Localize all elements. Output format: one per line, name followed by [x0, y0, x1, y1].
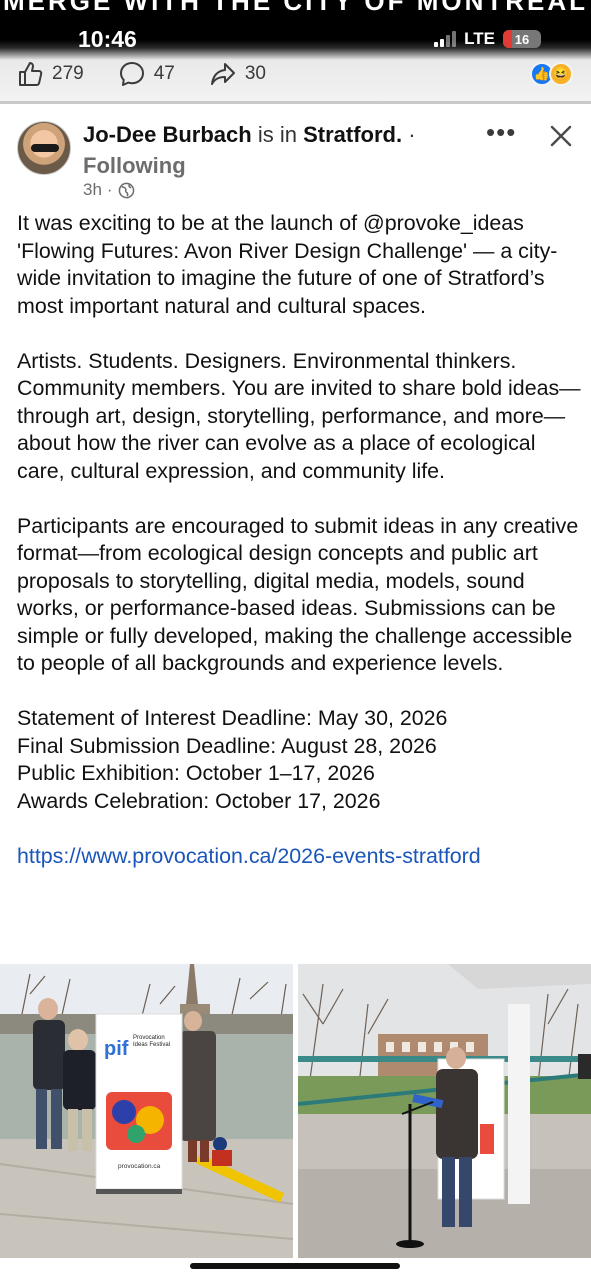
photo-speaker[interactable] — [298, 964, 591, 1258]
post-header: Jo-Dee Burbach is in Stratford. · Follow… — [83, 119, 453, 181]
banner-url: provocation.ca — [118, 1163, 161, 1170]
paragraph: Artists. Students. Designers. Environmen… — [17, 348, 581, 483]
battery-level: 16 — [514, 31, 530, 47]
status-time: 10:46 — [78, 26, 137, 52]
globe-icon — [118, 182, 134, 198]
banner-title: Provocation Ideas Festival — [133, 1035, 171, 1048]
paragraph: It was exciting to be at the launch of @… — [17, 211, 558, 318]
thumbs-up-icon — [19, 62, 43, 86]
comment-icon — [119, 62, 144, 86]
deadline-line: Public Exhibition: October 1–17, 2026 — [17, 761, 375, 785]
comment-count: 47 — [153, 63, 175, 84]
deadlines: Statement of Interest Deadline: May 30, … — [17, 705, 583, 815]
share-button[interactable]: 30 — [209, 60, 266, 88]
home-indicator[interactable] — [190, 1263, 400, 1269]
share-count: 30 — [244, 63, 266, 84]
following-button[interactable]: Following — [83, 153, 186, 178]
post-text: It was exciting to be at the launch of @… — [17, 210, 583, 898]
separator: · — [408, 122, 416, 147]
deadline-line: Final Submission Deadline: August 28, 20… — [17, 733, 437, 758]
like-button[interactable]: 279 — [16, 60, 84, 88]
author-name[interactable]: Jo-Dee Burbach — [83, 122, 252, 147]
network-label: LTE — [464, 29, 495, 48]
location-link[interactable]: Stratford. — [303, 122, 402, 147]
meta-dot: · — [106, 180, 113, 199]
signal-icon — [434, 31, 457, 47]
post-meta: 3h · — [83, 180, 135, 200]
deadline-line: Awards Celebration: October 17, 2026 — [17, 788, 381, 813]
battery-icon: 16 — [503, 30, 541, 48]
reactions-bar: 279 47 30 👍 😆 — [16, 58, 581, 90]
background-banner-text: MERGE WITH THE CITY OF MONTREAL — [2, 0, 589, 16]
avatar[interactable] — [17, 121, 71, 175]
more-options-button[interactable]: ••• — [486, 119, 516, 145]
comment-button[interactable]: 47 — [118, 60, 175, 88]
event-link[interactable]: https://www.provocation.ca/2026-events-s… — [17, 844, 481, 868]
reaction-summary[interactable]: 👍 😆 — [530, 62, 573, 86]
checkin-text: is in — [257, 122, 297, 147]
like-count: 279 — [52, 63, 84, 84]
close-icon[interactable] — [547, 122, 575, 150]
paragraph: Participants are encouraged to submit id… — [17, 513, 579, 676]
photo-launch-group[interactable]: pif Provocation Ideas Festival provocati… — [0, 964, 293, 1258]
share-icon — [210, 63, 235, 85]
haha-icon: 😆 — [549, 62, 573, 86]
deadline-line: Statement of Interest Deadline: May 30, … — [17, 706, 448, 730]
status-indicators: LTE 16 — [434, 29, 541, 49]
post-time[interactable]: 3h — [83, 180, 102, 200]
divider — [0, 101, 591, 104]
pif-logo: pif — [104, 1038, 129, 1060]
